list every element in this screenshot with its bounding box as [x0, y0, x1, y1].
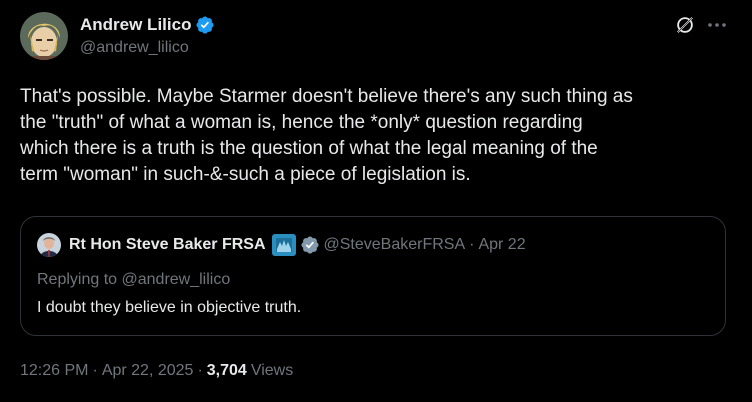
tweet: Andrew Lilico @andrew_lilico That's poss…: [0, 0, 752, 402]
quoted-author-avatar: [37, 233, 61, 257]
views-label: Views: [250, 362, 294, 379]
quoted-author-handle: @SteveBakerFRSA: [323, 236, 466, 253]
tweet-time[interactable]: 12:26 PM: [20, 362, 88, 380]
replying-mention: @andrew_lilico: [121, 271, 231, 288]
quoted-author-display-name: Rt Hon Steve Baker FRSA: [69, 236, 266, 253]
quoted-verified-badge-icon: [300, 235, 320, 255]
meta-separator: ·: [92, 362, 98, 379]
quoted-tweet[interactable]: Rt Hon Steve Baker FRSA @SteveBakerFRSA …: [20, 216, 726, 336]
quoted-replying-to: Replying to @andrew_lilico: [37, 271, 230, 289]
more-icon[interactable]: [706, 16, 728, 34]
grok-icon[interactable]: [674, 14, 696, 36]
verified-badge-icon[interactable]: [195, 15, 215, 35]
quoted-tweet-header: Rt Hon Steve Baker FRSA @SteveBakerFRSA …: [37, 233, 526, 257]
author-handle[interactable]: @andrew_lilico: [80, 39, 215, 57]
author-block: Andrew Lilico @andrew_lilico: [80, 14, 215, 57]
tweet-date[interactable]: Apr 22, 2025: [102, 362, 194, 380]
meta-separator: ·: [197, 362, 203, 379]
views-count: 3,704: [206, 362, 247, 379]
author-avatar[interactable]: [20, 12, 68, 60]
author-display-name[interactable]: Andrew Lilico: [80, 15, 191, 35]
tweet-meta: 12:26 PM · Apr 22, 2025 · 3,704 Views: [20, 362, 293, 380]
flag-badge-icon: [271, 234, 296, 256]
tweet-text: That's possible. Maybe Starmer doesn't b…: [20, 86, 633, 185]
author-name-row: Andrew Lilico: [80, 14, 215, 36]
replying-prefix: Replying to: [37, 271, 118, 288]
quoted-date: Apr 22: [478, 236, 526, 253]
quoted-tweet-text: I doubt they believe in objective truth.: [37, 299, 302, 316]
avatar-image: [20, 12, 68, 60]
quoted-separator: ·: [469, 236, 475, 253]
